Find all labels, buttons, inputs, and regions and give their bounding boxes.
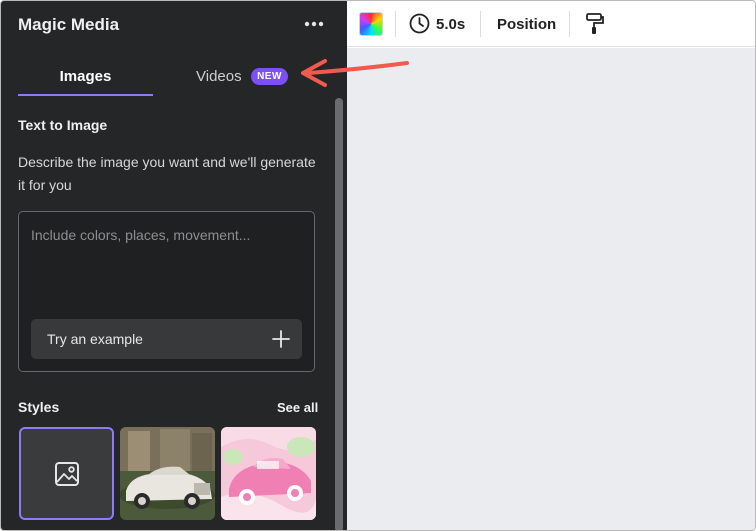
style-tile-none[interactable] <box>19 427 114 520</box>
see-all-link[interactable]: See all <box>277 400 318 415</box>
plus-icon <box>272 330 290 348</box>
duration-button[interactable]: 5.0s <box>436 16 465 33</box>
try-example-button[interactable]: Try an example <box>31 319 302 359</box>
prompt-box[interactable]: Try an example <box>18 211 315 372</box>
toolbar-divider <box>569 11 570 37</box>
styles-label: Styles <box>18 399 60 415</box>
color-picker-button[interactable] <box>359 12 383 36</box>
panel-header: Magic Media <box>1 1 347 49</box>
pink-car-illustration <box>221 427 316 520</box>
active-tab-indicator <box>18 94 153 96</box>
more-options-icon[interactable] <box>303 16 325 32</box>
tab-videos[interactable]: Videos <box>196 68 242 85</box>
description-text: Describe the image you want and we'll ge… <box>18 154 316 193</box>
image-icon <box>55 462 79 486</box>
tab-images[interactable]: Images <box>18 68 153 85</box>
app-window: Magic Media Images Videos NEW Text to Im… <box>0 0 756 531</box>
annotation-arrow-icon <box>301 59 409 87</box>
design-canvas[interactable] <box>347 48 755 530</box>
panel-title: Magic Media <box>18 15 120 34</box>
scrollbar-thumb[interactable] <box>335 98 343 530</box>
vintage-car-photo <box>120 427 215 520</box>
clock-icon[interactable] <box>409 13 430 34</box>
position-button[interactable]: Position <box>497 16 556 33</box>
section-heading: Text to Image <box>18 117 108 133</box>
prompt-input[interactable] <box>31 224 301 246</box>
paint-roller-icon[interactable] <box>585 12 605 36</box>
style-tile-pink-car[interactable] <box>221 427 316 520</box>
toolbar-divider <box>480 11 481 37</box>
style-tile-vintage-car[interactable] <box>120 427 215 520</box>
try-example-label: Try an example <box>47 331 143 347</box>
toolbar-divider <box>395 11 396 37</box>
editor-toolbar: 5.0s Position <box>347 1 755 47</box>
